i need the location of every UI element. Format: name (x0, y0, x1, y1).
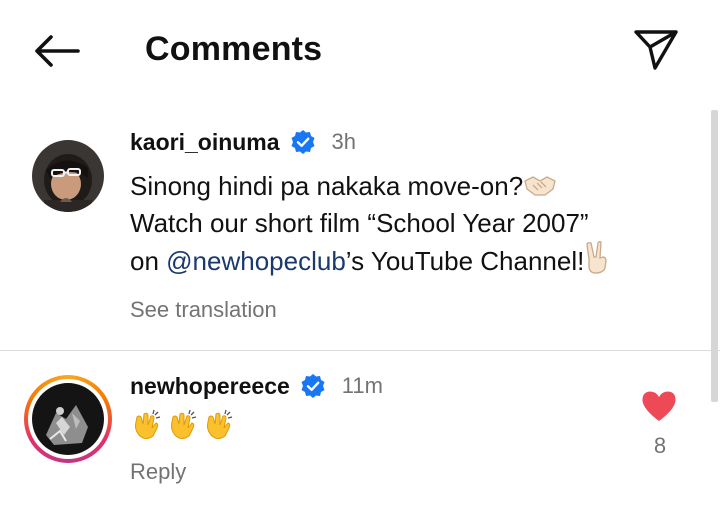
comment-header: newhopereece 11m (130, 371, 383, 401)
share-button[interactable] (630, 26, 682, 76)
back-button[interactable] (28, 30, 84, 76)
comment-text (130, 409, 236, 445)
like-button[interactable] (640, 389, 680, 425)
handshake-emoji (523, 173, 557, 207)
reply-button[interactable]: Reply (130, 459, 186, 485)
verified-badge-icon (300, 373, 326, 399)
scrollbar[interactable] (711, 110, 718, 402)
caption-line-3-suffix: ’s YouTube Channel! (345, 246, 585, 276)
like-count: 8 (653, 433, 667, 458)
avatar (32, 383, 104, 455)
arrow-left-icon (32, 34, 80, 73)
mention-link[interactable]: @newhopeclub (166, 246, 346, 276)
comment-username[interactable]: newhopereece (130, 373, 290, 400)
caption-line-3: on @newhopeclub’s YouTube Channel! (130, 240, 690, 282)
paper-plane-icon (633, 27, 679, 76)
see-translation-link[interactable]: See translation (130, 297, 277, 323)
caption-line-2: Watch our short film “School Year 2007” (130, 208, 589, 238)
caption-timestamp: 3h (331, 129, 357, 154)
verified-badge-icon (290, 129, 316, 155)
avatar-ring-gap (28, 379, 108, 459)
avatar-photo (32, 140, 104, 212)
avatar-photo (32, 383, 104, 455)
post-caption: kaori_oinuma 3h Sinong hindi pa nakaka m… (0, 110, 720, 351)
avatar[interactable] (32, 140, 104, 212)
caption-line-1-text: Sinong hindi pa nakaka move-on? (130, 171, 524, 201)
heart-filled-icon (640, 391, 678, 427)
clapping-hands-emoji (166, 408, 200, 447)
comment-timestamp: 11m (341, 373, 383, 398)
story-ring[interactable] (24, 375, 112, 463)
header: Comments (0, 0, 720, 105)
page-title: Comments (145, 30, 323, 68)
victory-hand-emoji (584, 240, 610, 282)
comment-item: newhopereece 11m Reply 8 (0, 351, 720, 509)
caption-username[interactable]: kaori_oinuma (130, 129, 280, 156)
caption-text: Sinong hindi pa nakaka move-on? Watch ou… (130, 170, 690, 282)
clapping-hands-emoji (130, 408, 164, 447)
clapping-hands-emoji (202, 408, 236, 447)
caption-line-3-prefix: on (130, 246, 167, 276)
caption-header: kaori_oinuma 3h (130, 127, 356, 157)
caption-line-1: Sinong hindi pa nakaka move-on? (130, 170, 690, 207)
